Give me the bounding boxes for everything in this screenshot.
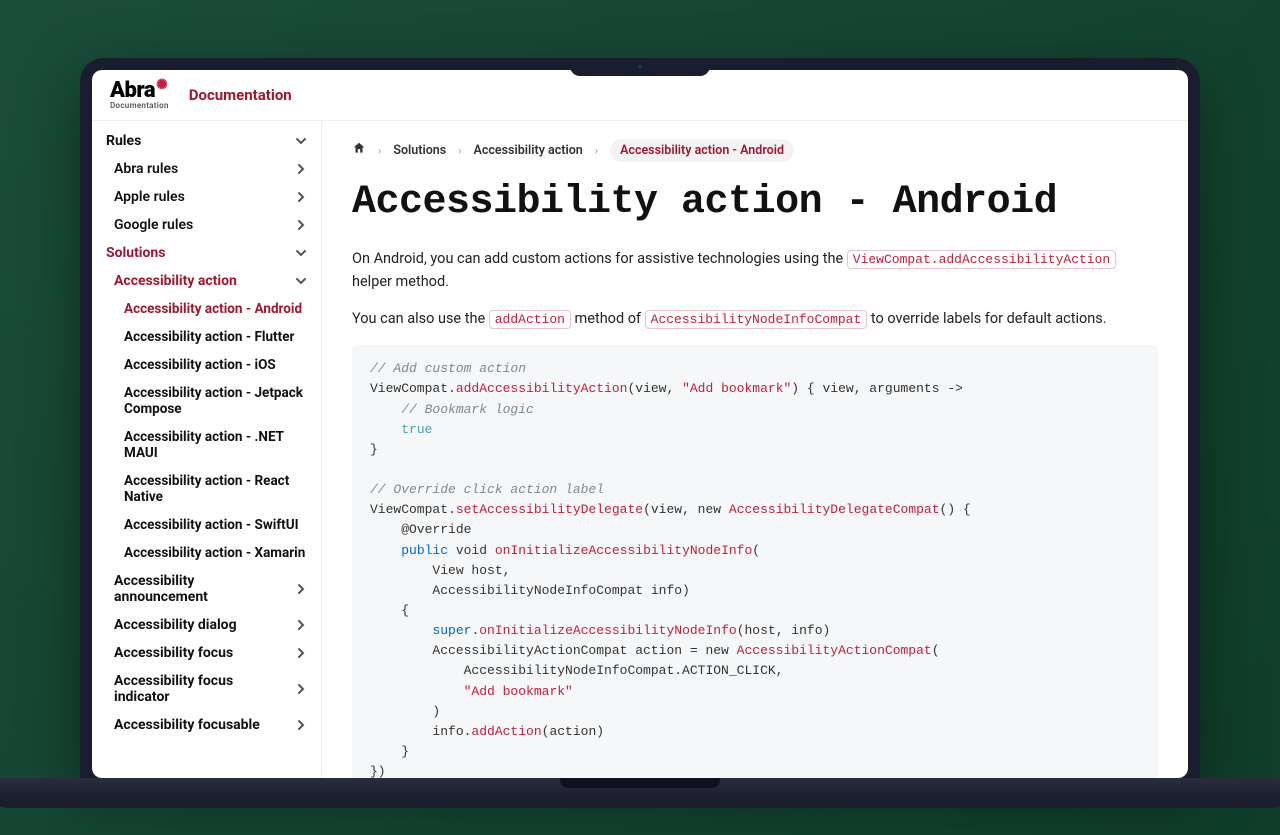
nav-accessibility-focus[interactable]: Accessibility focus	[92, 639, 321, 667]
nav-label: Accessibility action - React Native	[124, 473, 307, 505]
nav-label: Apple rules	[114, 189, 185, 205]
chevron-down-icon	[295, 275, 307, 287]
nav-accessibility-action[interactable]: Accessibility action	[92, 267, 321, 295]
logo-subtitle: Documentation	[110, 102, 169, 110]
nav-google-rules[interactable]: Google rules	[92, 211, 321, 239]
nav-apple-rules[interactable]: Apple rules	[92, 183, 321, 211]
nav-aa-swiftui[interactable]: Accessibility action - SwiftUI	[92, 511, 321, 539]
nav-label: Accessibility focusable	[114, 717, 260, 733]
nav-solutions[interactable]: Solutions	[92, 239, 321, 267]
code-inline: addAction	[489, 310, 571, 329]
chevron-right-icon	[295, 163, 307, 175]
nav-label: Accessibility action - Jetpack Compose	[124, 385, 307, 417]
nav-label: Accessibility dialog	[114, 617, 237, 633]
nav-accessibility-dialog[interactable]: Accessibility dialog	[92, 611, 321, 639]
camera-dot	[638, 65, 642, 69]
nav-label: Accessibility announcement	[114, 573, 289, 605]
paragraph: You can also use the addAction method of…	[352, 307, 1158, 331]
header: Abra✺ Documentation Documentation	[92, 70, 1188, 121]
nav-accessibility-focusable[interactable]: Accessibility focusable	[92, 711, 321, 739]
breadcrumb: › Solutions › Accessibility action › Acc…	[352, 139, 1158, 162]
code-block[interactable]: // Add custom action ViewCompat.addAcces…	[352, 345, 1158, 777]
breadcrumb-separator-icon: ›	[458, 144, 461, 157]
nav-label: Accessibility action - Flutter	[124, 329, 294, 345]
code-inline: ViewCompat.addAccessibilityAction	[847, 250, 1116, 269]
nav-aa-android[interactable]: Accessibility action - Android	[92, 295, 321, 323]
nav-aa-reactnative[interactable]: Accessibility action - React Native	[92, 467, 321, 511]
nav-label: Abra rules	[114, 161, 178, 177]
nav-aa-ios[interactable]: Accessibility action - iOS	[92, 351, 321, 379]
nav-label: Accessibility action - SwiftUI	[124, 517, 299, 533]
sidebar[interactable]: Rules Abra rules Apple rules Google rule…	[92, 121, 322, 778]
nav-abra-rules[interactable]: Abra rules	[92, 155, 321, 183]
chevron-right-icon	[295, 191, 307, 203]
nav-label: Accessibility focus	[114, 645, 233, 661]
chevron-right-icon	[295, 583, 307, 595]
nav-accessibility-focus-indicator[interactable]: Accessibility focus indicator	[92, 667, 321, 711]
laptop-frame: Abra✺ Documentation Documentation Rules …	[80, 58, 1200, 778]
chevron-right-icon	[295, 647, 307, 659]
logo-main: Abra✺	[110, 80, 169, 102]
nav-label: Google rules	[114, 217, 193, 233]
main-content[interactable]: › Solutions › Accessibility action › Acc…	[322, 121, 1188, 778]
chevron-right-icon	[295, 219, 307, 231]
nav-accessibility-announcement[interactable]: Accessibility announcement	[92, 567, 321, 611]
breadcrumb-current: Accessibility action - Android	[610, 139, 794, 162]
nav-label: Accessibility focus indicator	[114, 673, 289, 705]
chevron-down-icon	[295, 247, 307, 259]
chevron-right-icon	[295, 683, 307, 695]
page-title: Accessibility action - Android	[352, 180, 1158, 225]
chevron-right-icon	[295, 619, 307, 631]
laptop-base	[0, 778, 1280, 808]
article-content: On Android, you can add custom actions f…	[352, 247, 1158, 778]
spark-icon: ✺	[156, 78, 167, 92]
nav-label: Accessibility action - .NET MAUI	[124, 429, 307, 461]
chevron-down-icon	[295, 135, 307, 147]
nav-label: Accessibility action - Android	[124, 301, 302, 317]
nav-label: Rules	[106, 133, 141, 149]
nav-aa-flutter[interactable]: Accessibility action - Flutter	[92, 323, 321, 351]
nav-aa-jetpack[interactable]: Accessibility action - Jetpack Compose	[92, 379, 321, 423]
nav-aa-xamarin[interactable]: Accessibility action - Xamarin	[92, 539, 321, 567]
documentation-link[interactable]: Documentation	[189, 86, 292, 104]
code-inline: AccessibilityNodeInfoCompat	[645, 310, 868, 329]
nav-label: Accessibility action	[114, 273, 237, 289]
nav-label: Accessibility action - iOS	[124, 357, 276, 373]
nav-aa-netmaui[interactable]: Accessibility action - .NET MAUI	[92, 423, 321, 467]
nav-label: Solutions	[106, 245, 165, 261]
chevron-right-icon	[295, 719, 307, 731]
breadcrumb-separator-icon: ›	[595, 144, 598, 157]
logo[interactable]: Abra✺ Documentation	[110, 80, 169, 110]
nav-rules[interactable]: Rules	[92, 127, 321, 155]
nav-label: Accessibility action - Xamarin	[124, 545, 305, 561]
breadcrumb-action[interactable]: Accessibility action	[474, 143, 583, 158]
laptop-notch	[570, 58, 710, 76]
breadcrumb-solutions[interactable]: Solutions	[393, 143, 446, 158]
breadcrumb-separator-icon: ›	[378, 144, 381, 157]
body: Rules Abra rules Apple rules Google rule…	[92, 121, 1188, 778]
home-icon[interactable]	[352, 141, 366, 159]
app-screen: Abra✺ Documentation Documentation Rules …	[92, 70, 1188, 778]
paragraph: On Android, you can add custom actions f…	[352, 247, 1158, 294]
